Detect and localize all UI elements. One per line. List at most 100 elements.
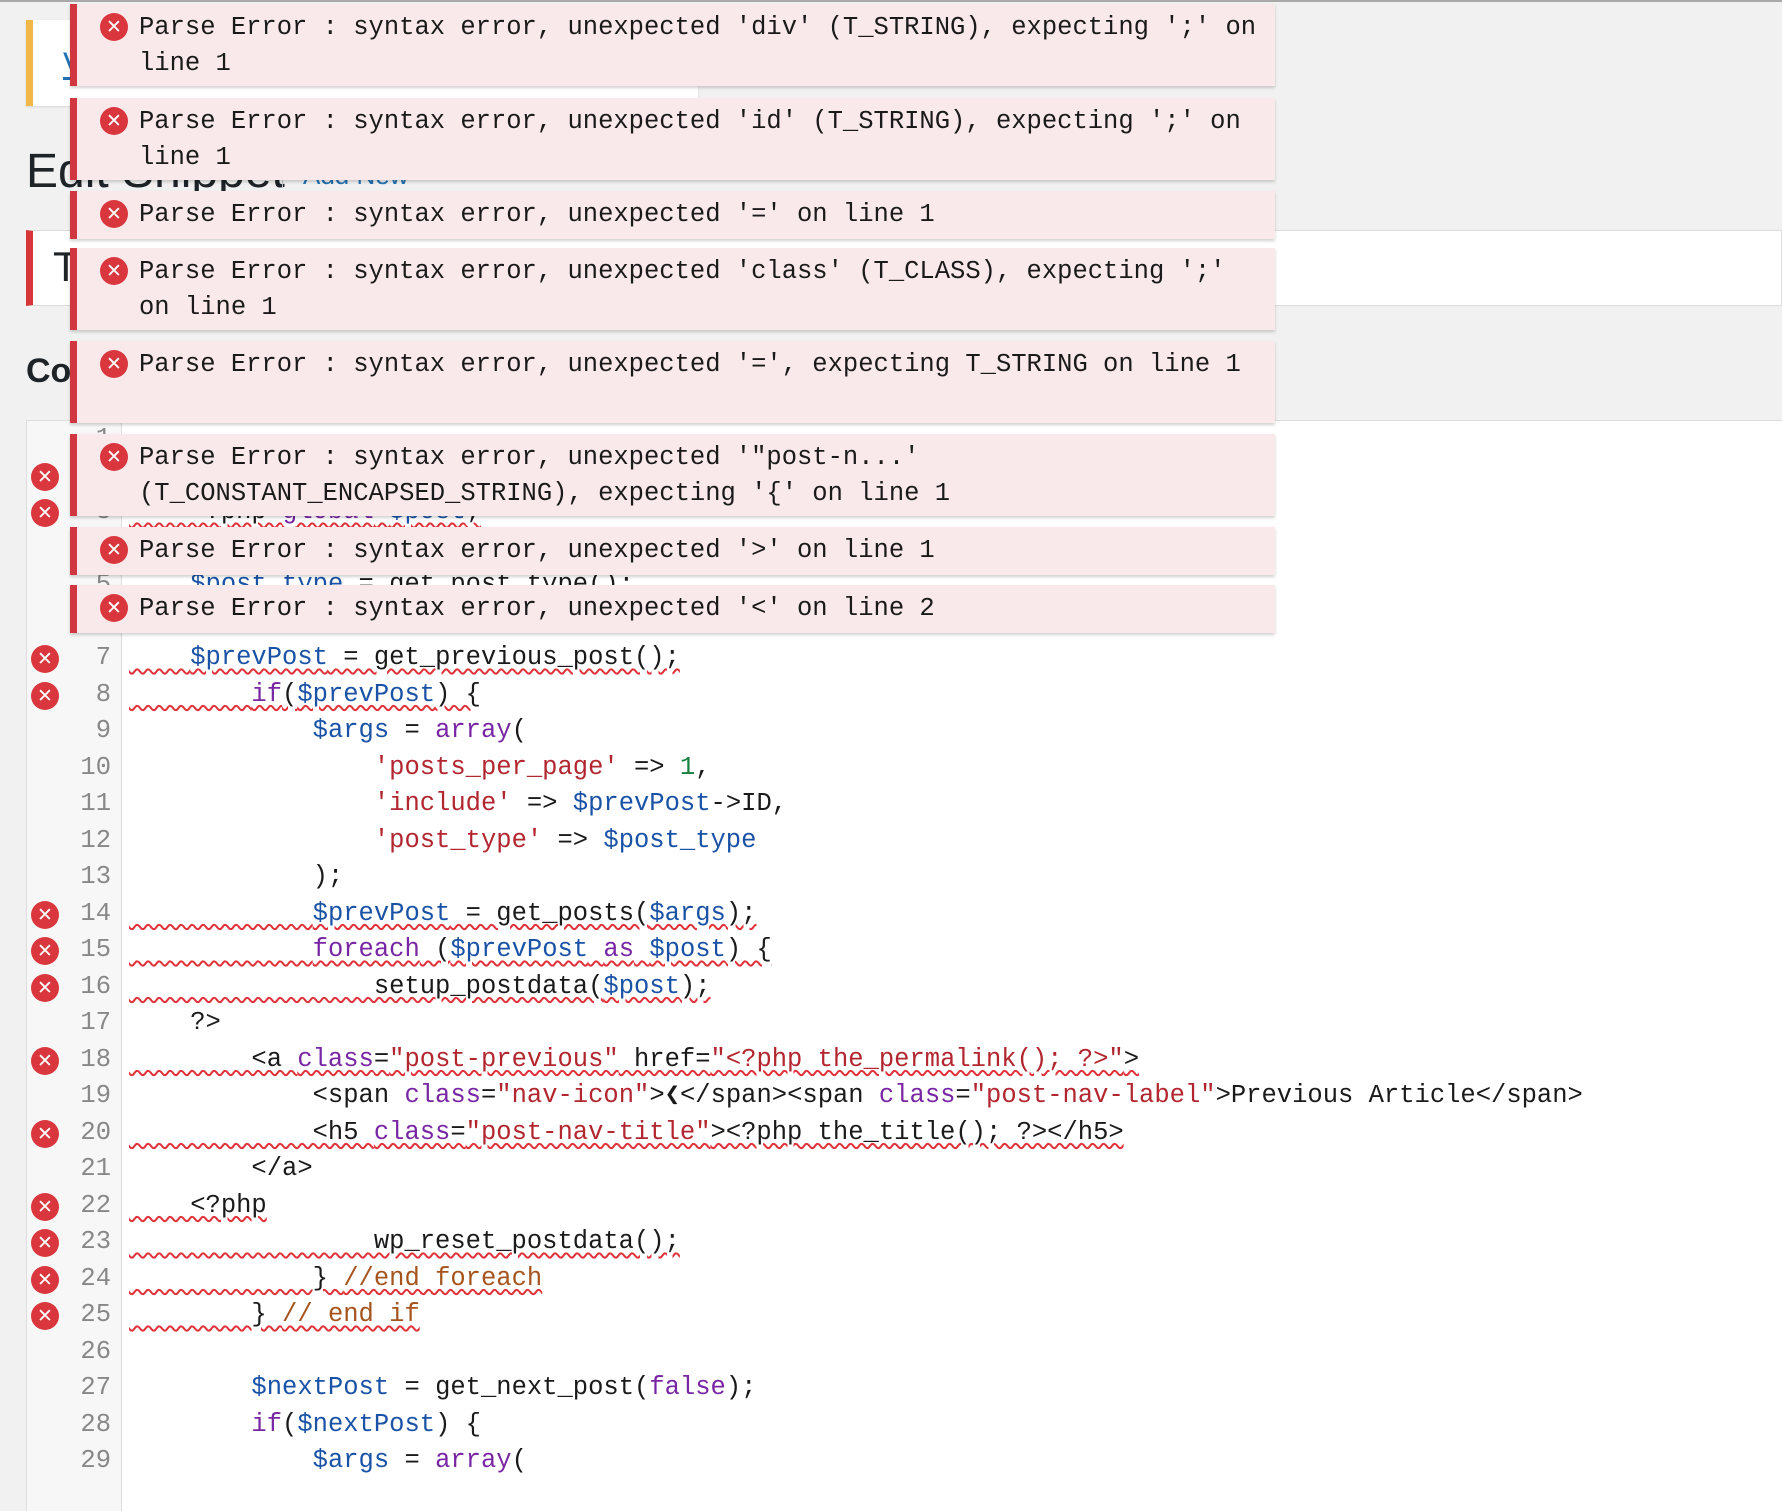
code-text: ?> — [129, 1008, 221, 1037]
line-number: 24 — [80, 1263, 111, 1293]
error-marker-icon[interactable]: ✕ — [31, 1229, 59, 1257]
error-icon: ✕ — [100, 350, 128, 378]
line-number: 27 — [80, 1373, 111, 1402]
line-number: 15 — [80, 935, 111, 964]
error-marker-icon[interactable]: ✕ — [31, 462, 59, 491]
parse-error-message: Parse Error : syntax error, unexpected '… — [139, 594, 935, 623]
error-icon: ✕ — [100, 443, 128, 471]
line-number: 9 — [95, 716, 111, 745]
code-text: <h5 class="post-nav-title"><?php the_tit… — [129, 1117, 1124, 1147]
line-number: 25 — [80, 1300, 111, 1329]
parse-error-tooltip: ✕ Parse Error : syntax error, unexpected … — [70, 341, 1275, 423]
line-number: 14 — [80, 898, 111, 928]
line-number: 28 — [80, 1409, 111, 1439]
code-line[interactable]: ✕ 8 if($prevPost) { — [27, 677, 1782, 713]
line-number: 21 — [80, 1154, 111, 1183]
code-line[interactable]: ✕ 18 <a class="post-previous" href="<?php… — [27, 1042, 1782, 1078]
parse-error-message: Parse Error : syntax error, unexpected '… — [139, 13, 1272, 78]
code-editor[interactable]: 1✕2✕3 <?php global $post;45 $post_type =… — [26, 420, 1782, 1511]
error-marker-icon[interactable]: ✕ — [31, 1119, 59, 1148]
parse-error-message: Parse Error : syntax error, unexpected '… — [139, 536, 935, 565]
code-line[interactable]: ✕ 7 $prevPost = get_previous_post(); — [27, 640, 1782, 676]
line-number: 12 — [80, 825, 111, 855]
code-line[interactable]: 21 </a> — [27, 1151, 1782, 1187]
code-text: wp_reset_postdata(); — [129, 1227, 680, 1256]
code-line[interactable]: ✕ 20 <h5 class="post-nav-title"><?php the… — [27, 1115, 1782, 1151]
error-icon: ✕ — [100, 536, 128, 564]
code-text: if($nextPost) { — [251, 1409, 481, 1439]
line-number: 23 — [80, 1227, 111, 1256]
error-icon: ✕ — [100, 13, 128, 41]
code-text: $args = array( — [312, 716, 527, 745]
code-line[interactable]: 19 <span class="nav-icon">❮</span><span … — [27, 1078, 1782, 1114]
parse-error-tooltip: ✕ Parse Error : syntax error, unexpected … — [70, 434, 1275, 516]
code-line[interactable]: ✕ 14 $prevPost = get_posts($args); — [27, 896, 1782, 932]
error-marker-icon[interactable]: ✕ — [31, 937, 59, 965]
code-line[interactable]: 9 $args = array( — [27, 713, 1782, 749]
code-line[interactable]: 29 $args = array( — [27, 1443, 1782, 1479]
window-top-border — [0, 0, 1782, 2]
line-number: 11 — [80, 789, 111, 818]
line-number: 16 — [80, 971, 111, 1001]
error-icon: ✕ — [100, 594, 128, 622]
code-text: foreach ($prevPost as $post) { — [312, 935, 772, 964]
code-line[interactable]: 26 — [27, 1334, 1782, 1370]
error-marker-icon[interactable]: ✕ — [31, 645, 59, 673]
parse-error-message: Parse Error : syntax error, unexpected '… — [139, 350, 1241, 379]
parse-error-tooltip: ✕ Parse Error : syntax error, unexpected … — [70, 527, 1275, 575]
code-line[interactable]: 17 ?> — [27, 1005, 1782, 1041]
code-line[interactable]: 11 'include' => $prevPost->ID, — [27, 786, 1782, 822]
code-line[interactable]: ✕ 23 wp_reset_postdata(); — [27, 1224, 1782, 1260]
code-text: ); — [129, 862, 344, 891]
parse-error-tooltip: ✕ Parse Error : syntax error, unexpected … — [70, 191, 1275, 239]
code-text: } //end foreach — [129, 1263, 543, 1293]
parse-error-message: Parse Error : syntax error, unexpected '… — [139, 200, 935, 229]
error-marker-icon[interactable]: ✕ — [31, 973, 59, 1002]
code-text: $prevPost = get_previous_post(); — [190, 643, 680, 672]
line-number: 18 — [80, 1044, 111, 1074]
parse-error-tooltip: ✕ Parse Error : syntax error, unexpected … — [70, 248, 1275, 330]
code-text: setup_postdata($post); — [129, 971, 711, 1001]
error-marker-icon[interactable]: ✕ — [31, 499, 59, 527]
line-number: 13 — [80, 862, 111, 891]
code-line[interactable]: 13 ); — [27, 859, 1782, 895]
error-marker-icon[interactable]: ✕ — [31, 1302, 59, 1330]
line-number: 10 — [80, 752, 111, 782]
error-marker-icon[interactable]: ✕ — [31, 900, 59, 929]
line-number: 17 — [80, 1008, 111, 1037]
line-number: 29 — [80, 1446, 111, 1475]
code-line[interactable]: ✕ 15 foreach ($prevPost as $post) { — [27, 932, 1782, 968]
code-line[interactable]: ✕ 24 } //end foreach — [27, 1261, 1782, 1297]
error-marker-icon[interactable]: ✕ — [31, 681, 59, 710]
parse-error-message: Parse Error : syntax error, unexpected '… — [139, 107, 1257, 172]
error-marker-icon[interactable]: ✕ — [31, 1265, 59, 1294]
code-section-heading: Co — [26, 352, 72, 390]
parse-error-tooltip: ✕ Parse Error : syntax error, unexpected … — [70, 4, 1275, 86]
code-text: <a class="post-previous" href="<?php the… — [129, 1044, 1140, 1074]
error-icon: ✕ — [100, 257, 128, 285]
code-text: <?php — [129, 1190, 267, 1220]
error-marker-icon[interactable]: ✕ — [31, 1192, 59, 1221]
error-icon: ✕ — [100, 107, 128, 135]
parse-error-message: Parse Error : syntax error, unexpected '… — [139, 257, 1241, 322]
code-text: if($prevPost) { — [251, 679, 481, 709]
line-number: 22 — [80, 1190, 111, 1220]
code-line[interactable]: 12 'post_type' => $post_type — [27, 823, 1782, 859]
parse-error-tooltip: ✕ Parse Error : syntax error, unexpected … — [70, 585, 1275, 633]
line-number: 19 — [80, 1081, 111, 1110]
code-text: 'posts_per_page' => 1, — [373, 752, 711, 782]
parse-error-tooltip: ✕ Parse Error : syntax error, unexpected … — [70, 98, 1275, 180]
code-line[interactable]: ✕ 25 } // end if — [27, 1297, 1782, 1333]
error-marker-icon[interactable]: ✕ — [31, 1046, 59, 1075]
error-icon: ✕ — [100, 200, 128, 228]
line-number: 20 — [80, 1117, 111, 1147]
parse-error-message: Parse Error : syntax error, unexpected '… — [139, 443, 951, 508]
code-line[interactable]: 10 'posts_per_page' => 1, — [27, 750, 1782, 786]
code-line[interactable]: ✕ 16 setup_postdata($post); — [27, 969, 1782, 1005]
code-line[interactable]: 27 $nextPost = get_next_post(false); — [27, 1370, 1782, 1406]
code-line[interactable]: ✕ 22 <?php — [27, 1188, 1782, 1224]
code-text: 'post_type' => $post_type — [373, 825, 757, 855]
code-text: $args = array( — [312, 1446, 527, 1475]
code-text: </a> — [129, 1154, 313, 1183]
code-line[interactable]: 28 if($nextPost) { — [27, 1407, 1782, 1443]
